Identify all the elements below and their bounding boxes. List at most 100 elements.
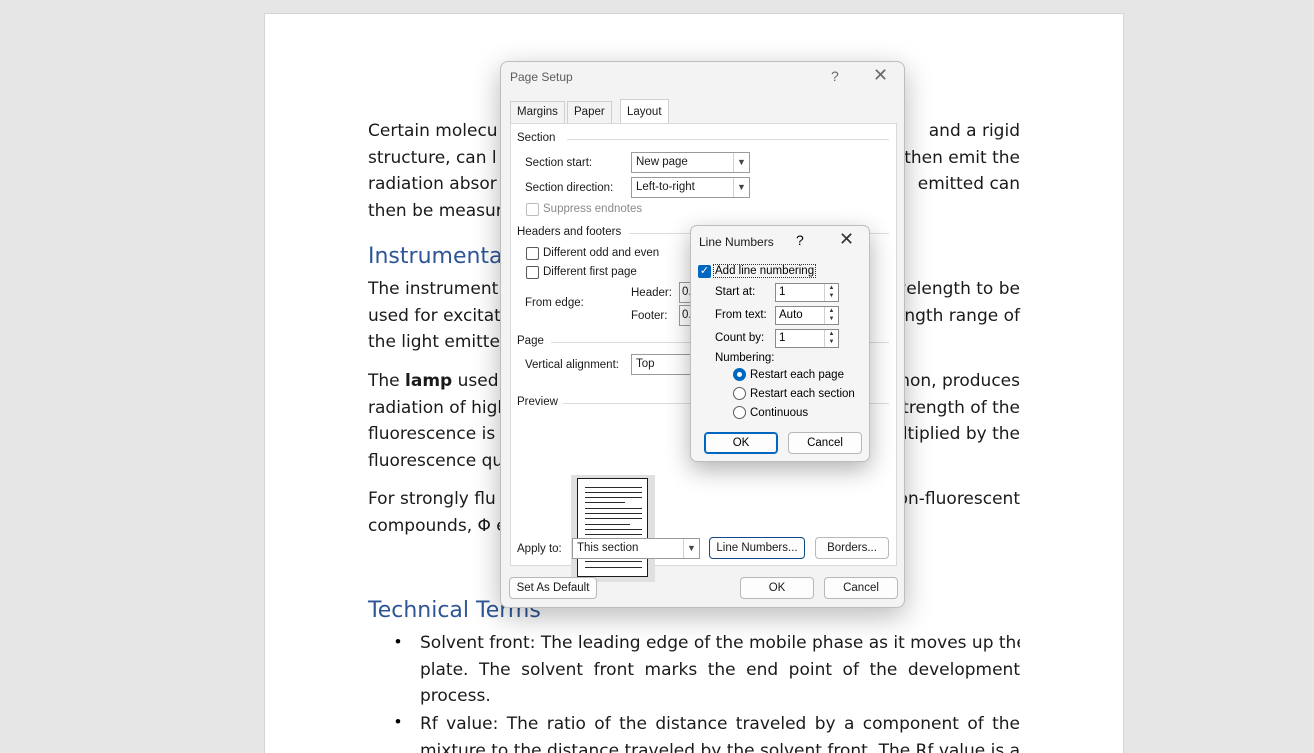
- bullet-item-rf-value: Rf value: The ratio of the distance trav…: [420, 711, 1020, 753]
- text-line: the light emitted: [368, 332, 511, 352]
- preview-line: [585, 497, 642, 498]
- spin-arrows-icon[interactable]: ▲ ▼: [824, 284, 838, 301]
- continuous-radio[interactable]: [733, 406, 746, 419]
- chevron-down-icon: ▼: [683, 539, 699, 558]
- line-numbers-button[interactable]: Line Numbers...: [709, 537, 805, 559]
- bullet-item-solvent-front: Solvent front: The leading edge of the m…: [420, 630, 1020, 710]
- apply-to-value: This section: [577, 542, 639, 554]
- restart-each-section-radio[interactable]: [733, 387, 746, 400]
- count-by-spinner[interactable]: 1 ▲ ▼: [775, 329, 839, 348]
- section-direction-select[interactable]: Left-to-right ▼: [631, 177, 750, 198]
- continuous-label: Continuous: [750, 407, 809, 419]
- tab-paper[interactable]: Paper: [567, 101, 612, 123]
- section-direction-label: Section direction:: [525, 182, 614, 194]
- cancel-button[interactable]: Cancel: [824, 577, 898, 599]
- text-line: structure, can l: [368, 147, 497, 168]
- borders-button[interactable]: Borders...: [815, 537, 889, 559]
- help-icon[interactable]: ?: [831, 68, 839, 84]
- text-run: The: [368, 371, 406, 391]
- numbering-label: Numbering:: [715, 352, 775, 364]
- section-start-select[interactable]: New page ▼: [631, 152, 750, 173]
- chevron-down-icon: ▼: [733, 178, 749, 197]
- from-text-value: Auto: [779, 309, 803, 321]
- text-line: Rf value: The ratio of the distance trav…: [420, 714, 1020, 734]
- text-line: emitted can: [917, 174, 1020, 194]
- close-icon[interactable]: ✕: [873, 65, 888, 86]
- start-at-spinner[interactable]: 1 ▲ ▼: [775, 283, 839, 302]
- text-line: mixture to the distance traveled by the …: [420, 740, 1020, 753]
- count-by-label: Count by:: [715, 332, 765, 344]
- section-start-value: New page: [636, 156, 688, 168]
- bullet-marker: •: [395, 712, 401, 731]
- tab-layout[interactable]: Layout: [620, 99, 669, 124]
- preview-group-label: Preview: [517, 396, 558, 408]
- apply-to-label: Apply to:: [517, 543, 562, 555]
- preview-line: [585, 518, 642, 519]
- start-at-value: 1: [779, 286, 786, 298]
- vertical-alignment-value: Top: [636, 358, 655, 370]
- section-direction-value: Left-to-right: [636, 181, 695, 193]
- suppress-endnotes-checkbox[interactable]: [526, 203, 539, 216]
- preview-line: [585, 487, 642, 488]
- text-line: radiation of high: [368, 397, 509, 418]
- text-line: process.: [420, 686, 491, 706]
- group-divider: [567, 139, 889, 140]
- different-odd-even-checkbox[interactable]: [526, 247, 539, 260]
- spin-arrows-icon[interactable]: ▲ ▼: [824, 330, 838, 347]
- preview-line: [585, 492, 642, 493]
- text-line: Solvent front: The leading edge of the m…: [420, 633, 1020, 653]
- suppress-endnotes-label: Suppress endnotes: [543, 203, 643, 215]
- from-text-label: From text:: [715, 309, 767, 321]
- text-line: fluorescence qua: [368, 450, 514, 471]
- text-line: on-fluorescent: [897, 489, 1020, 509]
- heading-instrumentation: Instrumentat: [368, 244, 512, 269]
- preview-page-thumbnail: [577, 478, 648, 577]
- text-line: and a rigid: [928, 121, 1020, 141]
- text-line: then emit the: [904, 147, 1020, 168]
- text-run: used,: [452, 371, 504, 391]
- different-odd-even-label: Different odd and even: [543, 247, 660, 259]
- bullet-marker: •: [395, 632, 401, 651]
- text-line: compounds, Φ e: [368, 515, 507, 536]
- close-icon[interactable]: ✕: [839, 229, 854, 250]
- cancel-button[interactable]: Cancel: [788, 432, 862, 454]
- ok-button[interactable]: OK: [704, 432, 778, 454]
- text-line: trength of the: [902, 397, 1020, 418]
- dialog-title: Page Setup: [510, 70, 573, 84]
- headers-footers-group-label: Headers and footers: [517, 226, 622, 238]
- header-label: Header:: [631, 287, 672, 299]
- section-start-label: Section start:: [525, 157, 593, 169]
- preview-line: [585, 513, 642, 514]
- text-line: Certain molecu: [368, 121, 498, 141]
- help-icon[interactable]: ?: [796, 232, 804, 248]
- preview-line: [585, 534, 642, 535]
- restart-each-section-label: Restart each section: [750, 388, 855, 400]
- text-line: fluorescence is r: [368, 424, 508, 444]
- vertical-alignment-label: Vertical alignment:: [525, 359, 619, 371]
- text-line: then be measure: [368, 200, 513, 221]
- preview-line: [585, 524, 630, 525]
- preview-line: [585, 502, 625, 503]
- different-first-page-checkbox[interactable]: [526, 266, 539, 279]
- spin-arrows-icon[interactable]: ▲ ▼: [824, 307, 838, 324]
- vertical-alignment-select[interactable]: Top: [631, 354, 691, 375]
- add-line-numbering-checkbox[interactable]: ✓: [698, 265, 711, 278]
- from-text-spinner[interactable]: Auto ▲ ▼: [775, 306, 839, 325]
- page-preview: [571, 475, 655, 582]
- chevron-down-icon: ▼: [733, 153, 749, 172]
- preview-line: [585, 561, 642, 562]
- text-line: radiation absor: [368, 174, 497, 194]
- text-line: The lamp used,: [368, 368, 504, 395]
- apply-to-select[interactable]: This section ▼: [572, 538, 700, 559]
- restart-each-page-radio[interactable]: [733, 368, 746, 381]
- text-line: The instrument: [368, 279, 499, 299]
- text-line: ngth range of: [904, 305, 1020, 326]
- text-line: velength to be: [896, 279, 1020, 299]
- set-as-default-button[interactable]: Set As Default: [509, 577, 597, 599]
- tab-margins[interactable]: Margins: [510, 101, 565, 123]
- section-group-label: Section: [517, 132, 556, 144]
- footer-label: Footer:: [631, 310, 668, 322]
- ok-button[interactable]: OK: [740, 577, 814, 599]
- text-line: plate. The solvent front marks the end p…: [420, 659, 1020, 680]
- text-line: used for excitat: [368, 305, 501, 326]
